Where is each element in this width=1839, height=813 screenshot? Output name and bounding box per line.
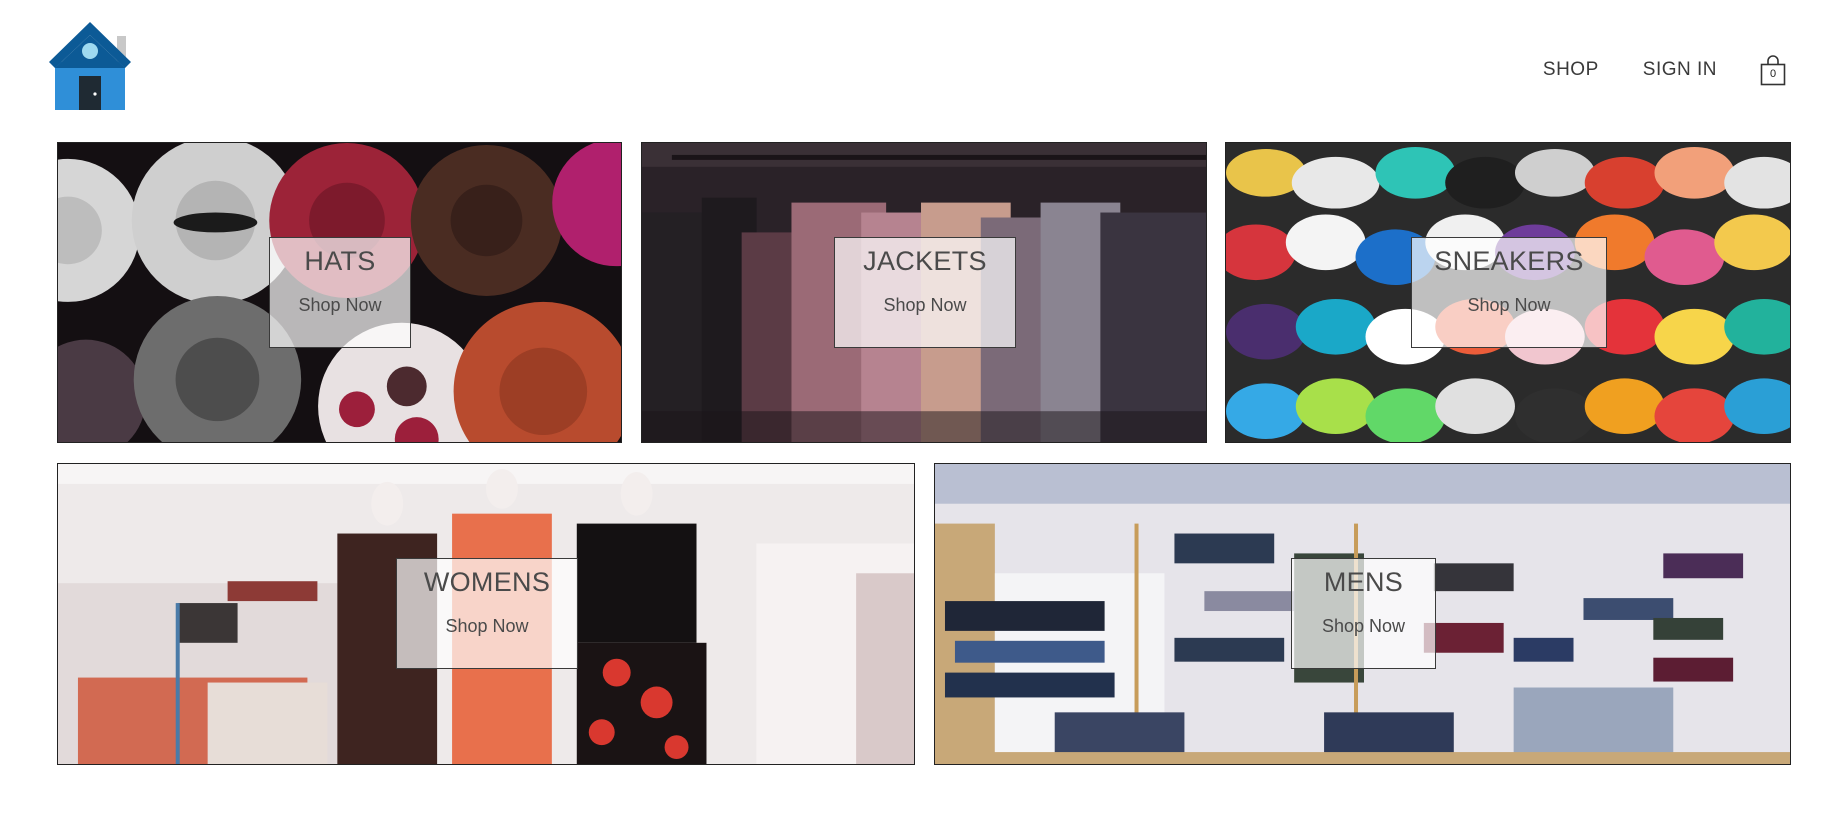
house-logo-icon <box>49 22 131 110</box>
shop-now-link[interactable]: Shop Now <box>397 615 577 637</box>
category-hats-tile[interactable]: HATS Shop Now <box>57 142 622 443</box>
category-sneakers-tile[interactable]: SNEAKERS Shop Now <box>1225 142 1791 443</box>
nav-sign-in-link[interactable]: SIGN IN <box>1643 59 1717 81</box>
category-overlay: HATS Shop Now <box>269 237 411 348</box>
category-womens-tile[interactable]: WOMENS Shop Now <box>57 463 915 765</box>
shop-now-link[interactable]: Shop Now <box>270 294 410 316</box>
shop-now-link[interactable]: Shop Now <box>835 294 1015 316</box>
cart-count: 0 <box>1769 68 1777 80</box>
shop-now-link[interactable]: Shop Now <box>1292 615 1435 637</box>
category-overlay: WOMENS Shop Now <box>396 558 578 669</box>
category-overlay: JACKETS Shop Now <box>834 237 1016 348</box>
category-overlay: SNEAKERS Shop Now <box>1411 237 1607 348</box>
category-mens-tile[interactable]: MENS Shop Now <box>934 463 1791 765</box>
category-title: MENS <box>1323 567 1404 597</box>
cart-button[interactable]: 0 <box>1759 54 1787 86</box>
shop-now-link[interactable]: Shop Now <box>1412 294 1606 316</box>
category-title: JACKETS <box>863 246 987 276</box>
category-title: SNEAKERS <box>1434 246 1584 276</box>
logo[interactable] <box>47 20 137 112</box>
nav-shop-link[interactable]: SHOP <box>1543 59 1599 81</box>
category-title: HATS <box>304 246 376 276</box>
top-nav: SHOP SIGN IN 0 <box>1499 54 1787 86</box>
category-jackets-tile[interactable]: JACKETS Shop Now <box>641 142 1207 443</box>
category-overlay: MENS Shop Now <box>1291 558 1436 669</box>
category-title: WOMENS <box>423 567 551 597</box>
